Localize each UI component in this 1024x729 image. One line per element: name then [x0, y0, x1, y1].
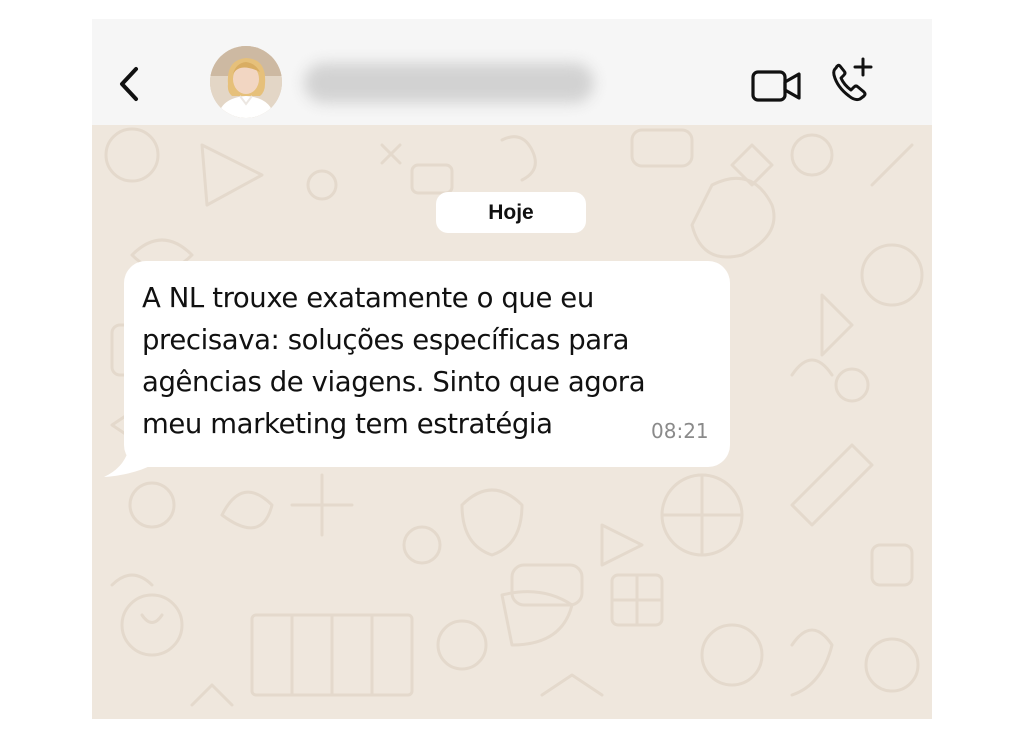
chat-area[interactable]: Hoje A NL trouxe exatamente o que eu pre…: [92, 125, 932, 719]
contact-avatar[interactable]: [210, 46, 282, 118]
phone-add-icon: [832, 57, 873, 102]
video-camera-icon: [751, 70, 801, 102]
chat-screen: Hoje A NL trouxe exatamente o que eu pre…: [92, 19, 932, 719]
back-button[interactable]: [110, 59, 146, 109]
contact-name[interactable]: [304, 63, 594, 103]
chat-header: [92, 19, 932, 125]
chevron-left-icon: [120, 67, 138, 101]
avatar-photo: [210, 46, 282, 118]
message-timestamp: 08:21: [651, 419, 709, 443]
message-bubble-incoming[interactable]: A NL trouxe exatamente o que eu precisav…: [124, 261, 730, 467]
voice-call-button[interactable]: [827, 57, 875, 105]
date-separator: Hoje: [436, 192, 586, 233]
message-text: A NL trouxe exatamente o que eu precisav…: [142, 282, 646, 440]
video-call-button[interactable]: [750, 67, 804, 105]
